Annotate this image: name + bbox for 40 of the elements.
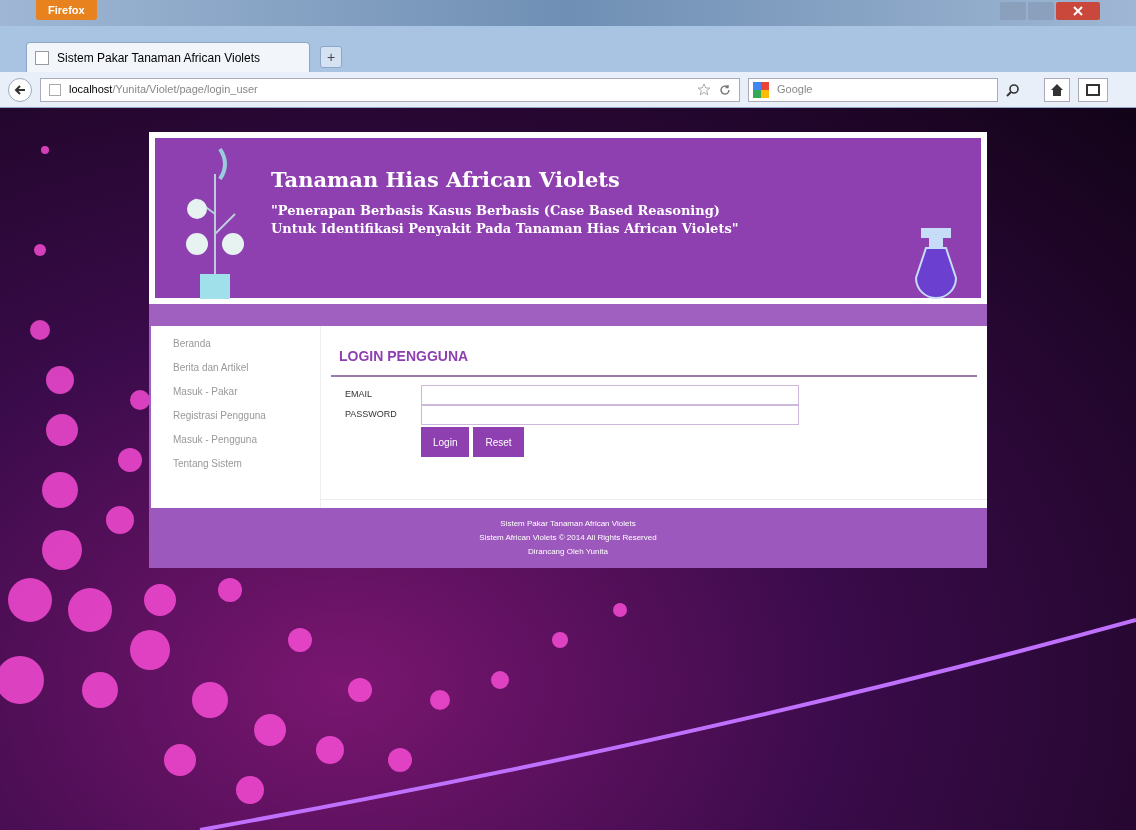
reload-icon[interactable] — [719, 83, 731, 96]
toolbar-button[interactable] — [1078, 77, 1108, 102]
sidebar-link[interactable]: Beranda — [173, 336, 320, 351]
page-icon — [35, 50, 49, 65]
sidebar-link[interactable]: Masuk - Pakar — [173, 384, 320, 399]
url-text: localhost/Yunita/Violet/page/login_user — [69, 82, 258, 98]
tab-title: Sistem Pakar Tanaman African Violets — [57, 49, 260, 67]
url-field[interactable]: localhost/Yunita/Violet/page/login_user — [40, 77, 740, 102]
sidebar-link[interactable]: Masuk - Pengguna — [173, 432, 320, 447]
field-label: PASSWORD — [345, 408, 398, 422]
page-icon — [49, 83, 61, 96]
back-button[interactable] — [8, 77, 32, 102]
firefox-menu-button[interactable]: Firefox — [36, 0, 97, 20]
input-field[interactable] — [421, 385, 799, 405]
browser-tab[interactable]: Sistem Pakar Tanaman African Violets — [26, 42, 310, 72]
sidebar-link[interactable]: Berita dan Artikel — [173, 360, 320, 375]
site-title: Tanaman Hias African Violets — [271, 166, 621, 194]
input-field[interactable] — [421, 405, 799, 425]
footer-text: Sistem Pakar Tanaman African Violets — [500, 518, 636, 530]
home-icon — [1050, 82, 1064, 97]
sidebar-link[interactable]: Tentang Sistem — [173, 456, 320, 471]
footer-text: Sistem African Violets © 2014 All Rights Reserved — [479, 532, 657, 544]
footer-text: Dirancang Oleh Yunita — [528, 546, 608, 558]
back-arrow-icon — [14, 83, 26, 96]
search-field[interactable]: Google — [748, 77, 998, 102]
search-icon[interactable] — [1006, 82, 1020, 97]
form-button[interactable]: Reset — [473, 427, 524, 457]
login-heading: LOGIN PENGGUNA — [331, 346, 977, 377]
new-tab-button[interactable]: + — [320, 46, 342, 68]
search-placeholder: Google — [777, 82, 813, 98]
sidebar-link[interactable]: Registrasi Pengguna — [173, 408, 320, 423]
window-icon — [1086, 83, 1100, 96]
close-icon — [1073, 6, 1083, 16]
field-label: EMAIL — [345, 388, 373, 402]
star-icon[interactable] — [697, 82, 711, 97]
site-subtitle: "Penerapan Berbasis Kasus Berbasis (Case Based Reasoning) Untuk Identifikasi Penyakit Pada Tanaman Hias African Violets" — [271, 201, 739, 238]
form-button[interactable]: Login — [421, 427, 470, 457]
home-button[interactable] — [1044, 77, 1070, 102]
close-button[interactable] — [1056, 2, 1100, 20]
search-engine-icon — [753, 81, 769, 98]
